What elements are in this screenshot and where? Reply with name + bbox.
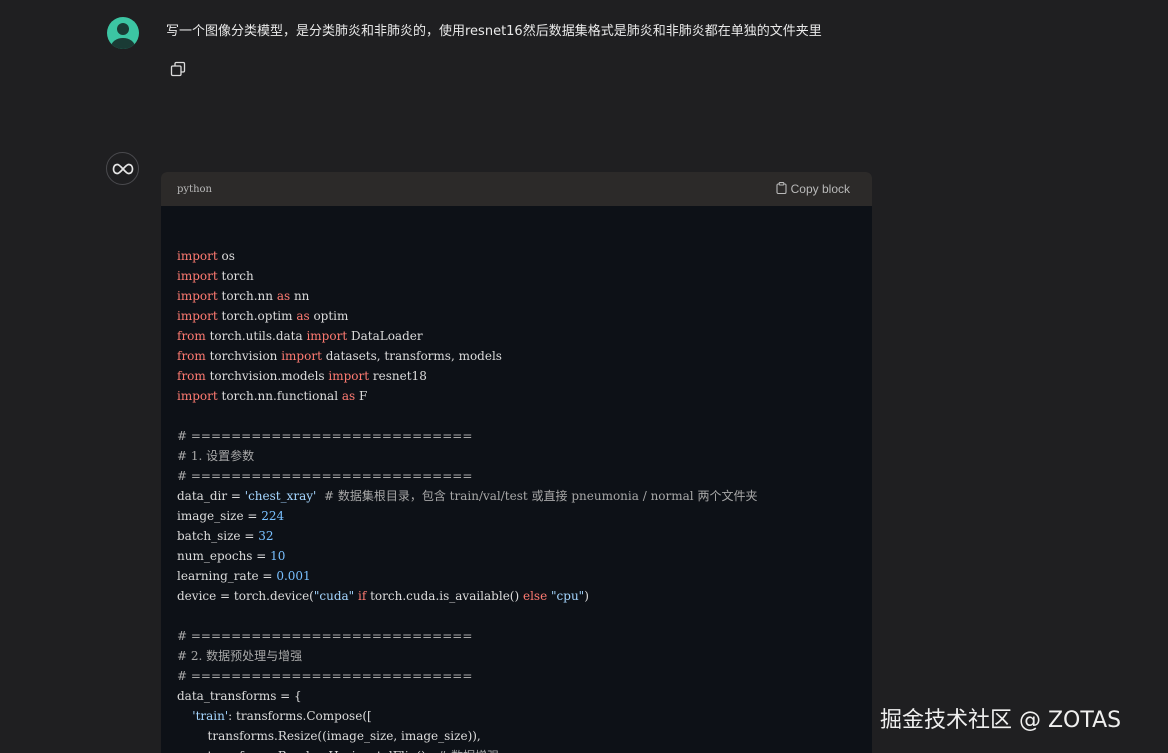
code-line: batch_size = 32 [177, 526, 856, 546]
code-keyword: import [281, 349, 322, 363]
code-text: resnet18 [369, 369, 427, 383]
code-line: from torchvision.models import resnet18 [177, 366, 856, 386]
code-text: datasets, transforms, models [321, 349, 502, 363]
code-line: import torch.nn.functional as F [177, 386, 856, 406]
code-line: learning_rate = 0.001 [177, 566, 856, 586]
code-string: 'chest_xray' [244, 489, 317, 503]
code-line: from torchvision import datasets, transf… [177, 346, 856, 366]
code-text: torch.utils.data [205, 329, 307, 343]
code-keyword: as [341, 389, 356, 403]
code-text: nn [290, 289, 310, 303]
code-line: data_transforms = { [177, 686, 856, 706]
code-block: python Copy block import os import torch i… [161, 172, 872, 753]
code-line: # 1. 设置参数 [177, 446, 856, 466]
code-line: import torch.optim as optim [177, 306, 856, 326]
code-keyword: import [177, 269, 218, 283]
infinity-logo-icon [106, 152, 139, 185]
code-text: torch.nn [217, 289, 277, 303]
code-line: # ============================ [177, 666, 856, 686]
code-line: from torch.utils.data import DataLoader [177, 326, 856, 346]
code-text: torch.nn.functional [217, 389, 342, 403]
code-text: os [217, 249, 235, 263]
code-comment: # ============================ [177, 669, 473, 683]
code-text: : transforms.Compose([ [228, 709, 372, 723]
code-text: torch [217, 269, 254, 283]
code-keyword: else [522, 589, 548, 603]
code-keyword: import [328, 369, 370, 383]
code-text: data_dir = [177, 489, 245, 503]
code-text: torchvision [205, 349, 282, 363]
code-keyword: from [177, 329, 206, 343]
code-keyword: from [177, 349, 206, 363]
code-text: F [355, 389, 368, 403]
code-line: 'train': transforms.Compose([ [177, 706, 856, 726]
code-content: import os import torch import torch.nn as … [161, 206, 872, 753]
code-comment: # ============================ [177, 429, 473, 443]
code-line: # ============================ [177, 626, 856, 646]
code-block-header: python Copy block [161, 172, 872, 206]
code-number: 0.001 [276, 569, 311, 583]
code-keyword: as [276, 289, 291, 303]
code-comment: # 数据增强 [437, 749, 499, 753]
code-text: optim [309, 309, 349, 323]
code-text: torch.cuda.is_available() [366, 589, 523, 603]
code-line: image_size = 224 [177, 506, 856, 526]
copy-icon[interactable] [170, 61, 186, 77]
code-string: "cuda" [313, 589, 355, 603]
code-text: torch.optim [217, 309, 297, 323]
code-comment: # 1. 设置参数 [177, 449, 255, 463]
code-keyword: as [296, 309, 310, 323]
code-string: "cpu" [551, 589, 585, 603]
code-text: batch_size = [177, 529, 259, 543]
code-text: data_transforms = { [177, 689, 302, 703]
code-text: DataLoader [347, 329, 423, 343]
code-comment: # ============================ [177, 629, 473, 643]
code-number: 10 [270, 549, 286, 563]
watermark-text: 掘金技术社区 @ ZOTAS [880, 708, 1122, 733]
code-language-label: python [177, 183, 212, 195]
code-comment: # 2. 数据预处理与增强 [177, 649, 303, 663]
code-comment: # ============================ [177, 469, 473, 483]
code-text: transforms.RandomHorizontalFlip(), [177, 749, 437, 753]
code-line: transforms.Resize((image_size, image_siz… [177, 726, 856, 746]
user-avatar-icon [107, 17, 139, 49]
code-line: import torch [177, 266, 856, 286]
copy-block-label: Copy block [790, 182, 850, 196]
code-line: device = torch.device("cuda" if torch.cu… [177, 586, 856, 606]
code-text: image_size = [177, 509, 262, 523]
code-line: # ============================ [177, 466, 856, 486]
code-line: # ============================ [177, 426, 856, 446]
code-line: transforms.RandomHorizontalFlip(), # 数据增… [177, 746, 856, 753]
code-string: 'train' [192, 709, 229, 723]
code-text: torchvision.models [205, 369, 329, 383]
code-line: import torch.nn as nn [177, 286, 856, 306]
code-text: num_epochs = [177, 549, 271, 563]
code-line: import os [177, 246, 856, 266]
code-text: ) [584, 589, 589, 603]
code-keyword: import [177, 309, 218, 323]
code-comment: # 数据集根目录，包含 train/val/test 或直接 pneumonia… [323, 489, 758, 503]
code-keyword: import [306, 329, 348, 343]
code-text: device = torch.device( [177, 589, 314, 603]
code-line: data_dir = 'chest_xray' # 数据集根目录，包含 trai… [177, 486, 856, 506]
code-keyword: import [177, 389, 218, 403]
code-line: # 2. 数据预处理与增强 [177, 646, 856, 666]
code-line: num_epochs = 10 [177, 546, 856, 566]
code-number: 224 [261, 509, 285, 523]
clipboard-icon [776, 181, 787, 197]
code-text: learning_rate = [177, 569, 277, 583]
code-keyword: import [177, 249, 218, 263]
code-keyword: from [177, 369, 206, 383]
copy-block-button[interactable]: Copy block [776, 181, 850, 197]
user-message-text: 写一个图像分类模型，是分类肺炎和非肺炎的，使用resnet16然后数据集格式是肺… [166, 24, 822, 39]
code-text: transforms.Resize((image_size, image_siz… [177, 729, 481, 743]
code-number: 32 [258, 529, 274, 543]
code-keyword: import [177, 289, 218, 303]
